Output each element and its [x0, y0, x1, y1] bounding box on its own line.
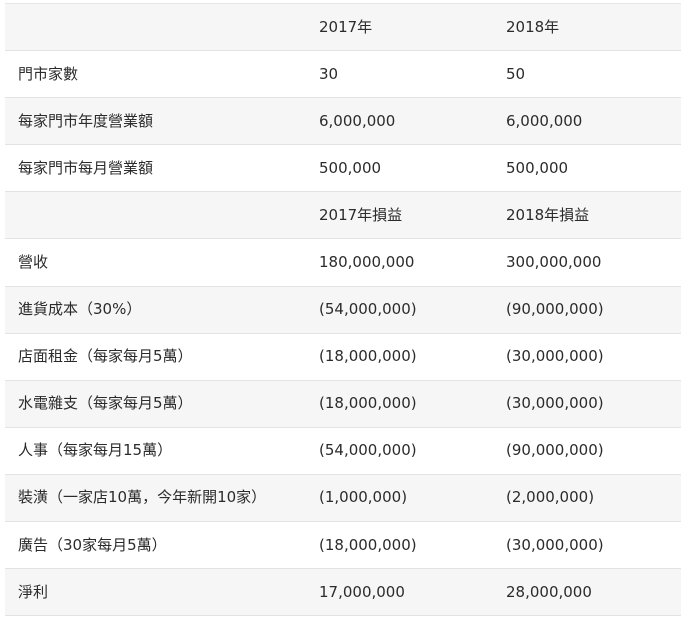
row-label: 每家門市年度營業額 [18, 111, 154, 130]
row-label: 每家門市每月營業額 [18, 158, 154, 177]
table-row: 營收 180,000,000 300,000,000 [5, 239, 681, 287]
value-2017: (1,000,000) [319, 488, 408, 507]
value-2017: (18,000,000) [319, 394, 417, 413]
value-2017: 500,000 [319, 158, 382, 177]
section-header-2018: 2018年損益 [506, 205, 590, 224]
section-header-row: 2017年損益 2018年損益 [5, 192, 681, 240]
column-header-2018: 2018年 [506, 17, 560, 36]
value-2018: (2,000,000) [506, 488, 595, 507]
table-row: 裝潢（一家店10萬，今年新開10家） (1,000,000) (2,000,00… [5, 474, 681, 523]
value-2017: 30 [319, 64, 339, 83]
row-label: 裝潢（一家店10萬，今年新開10家） [18, 488, 267, 507]
value-2017: (54,000,000) [319, 441, 417, 460]
value-2017: 6,000,000 [319, 111, 396, 130]
table-row: 水電雜支（每家每月5萬） (18,000,000) (30,000,000) [5, 380, 681, 428]
table-row: 門市家數 30 50 [5, 51, 681, 99]
table-row: 進貨成本（30%） (54,000,000) (90,000,000) [5, 286, 681, 334]
net-profit-row: 淨利 17,000,000 28,000,000 [5, 569, 681, 617]
row-label: 淨利 [18, 582, 49, 601]
value-2018: 50 [506, 64, 526, 83]
row-label: 水電雜支（每家每月5萬） [18, 394, 193, 413]
section-header-2017: 2017年損益 [319, 205, 403, 224]
row-label: 營收 [18, 253, 49, 272]
value-2018: 300,000,000 [506, 253, 602, 272]
table-header-row: 2017年 2018年 [5, 4, 681, 52]
value-2017: (54,000,000) [319, 300, 417, 319]
value-2018: (30,000,000) [506, 394, 604, 413]
value-2018: 500,000 [506, 158, 569, 177]
value-2017: (18,000,000) [319, 347, 417, 366]
row-label: 進貨成本（30%） [18, 300, 142, 319]
row-label: 門市家數 [18, 64, 79, 83]
value-2017: 17,000,000 [319, 582, 405, 601]
profit-loss-table: 2017年 2018年 門市家數 30 50 每家門市年度營業額 6,000,0… [5, 3, 681, 617]
value-2018: 6,000,000 [506, 111, 583, 130]
row-label: 人事（每家每月15萬） [18, 441, 173, 460]
table-row: 廣告（30家每月5萬） (18,000,000) (30,000,000) [5, 522, 681, 570]
value-2018: (90,000,000) [506, 441, 604, 460]
value-2017: 180,000,000 [319, 253, 415, 272]
value-2018: (90,000,000) [506, 300, 604, 319]
value-2017: (18,000,000) [319, 535, 417, 554]
row-label: 店面租金（每家每月5萬） [18, 347, 193, 366]
table-row: 人事（每家每月15萬） (54,000,000) (90,000,000) [5, 428, 681, 475]
table-row: 店面租金（每家每月5萬） (18,000,000) (30,000,000) [5, 334, 681, 381]
row-label: 廣告（30家每月5萬） [18, 535, 167, 554]
table-row: 每家門市每月營業額 500,000 500,000 [5, 145, 681, 193]
value-2018: 28,000,000 [506, 582, 592, 601]
column-header-2017: 2017年 [319, 17, 373, 36]
value-2018: (30,000,000) [506, 535, 604, 554]
table-row: 每家門市年度營業額 6,000,000 6,000,000 [5, 98, 681, 146]
value-2018: (30,000,000) [506, 347, 604, 366]
